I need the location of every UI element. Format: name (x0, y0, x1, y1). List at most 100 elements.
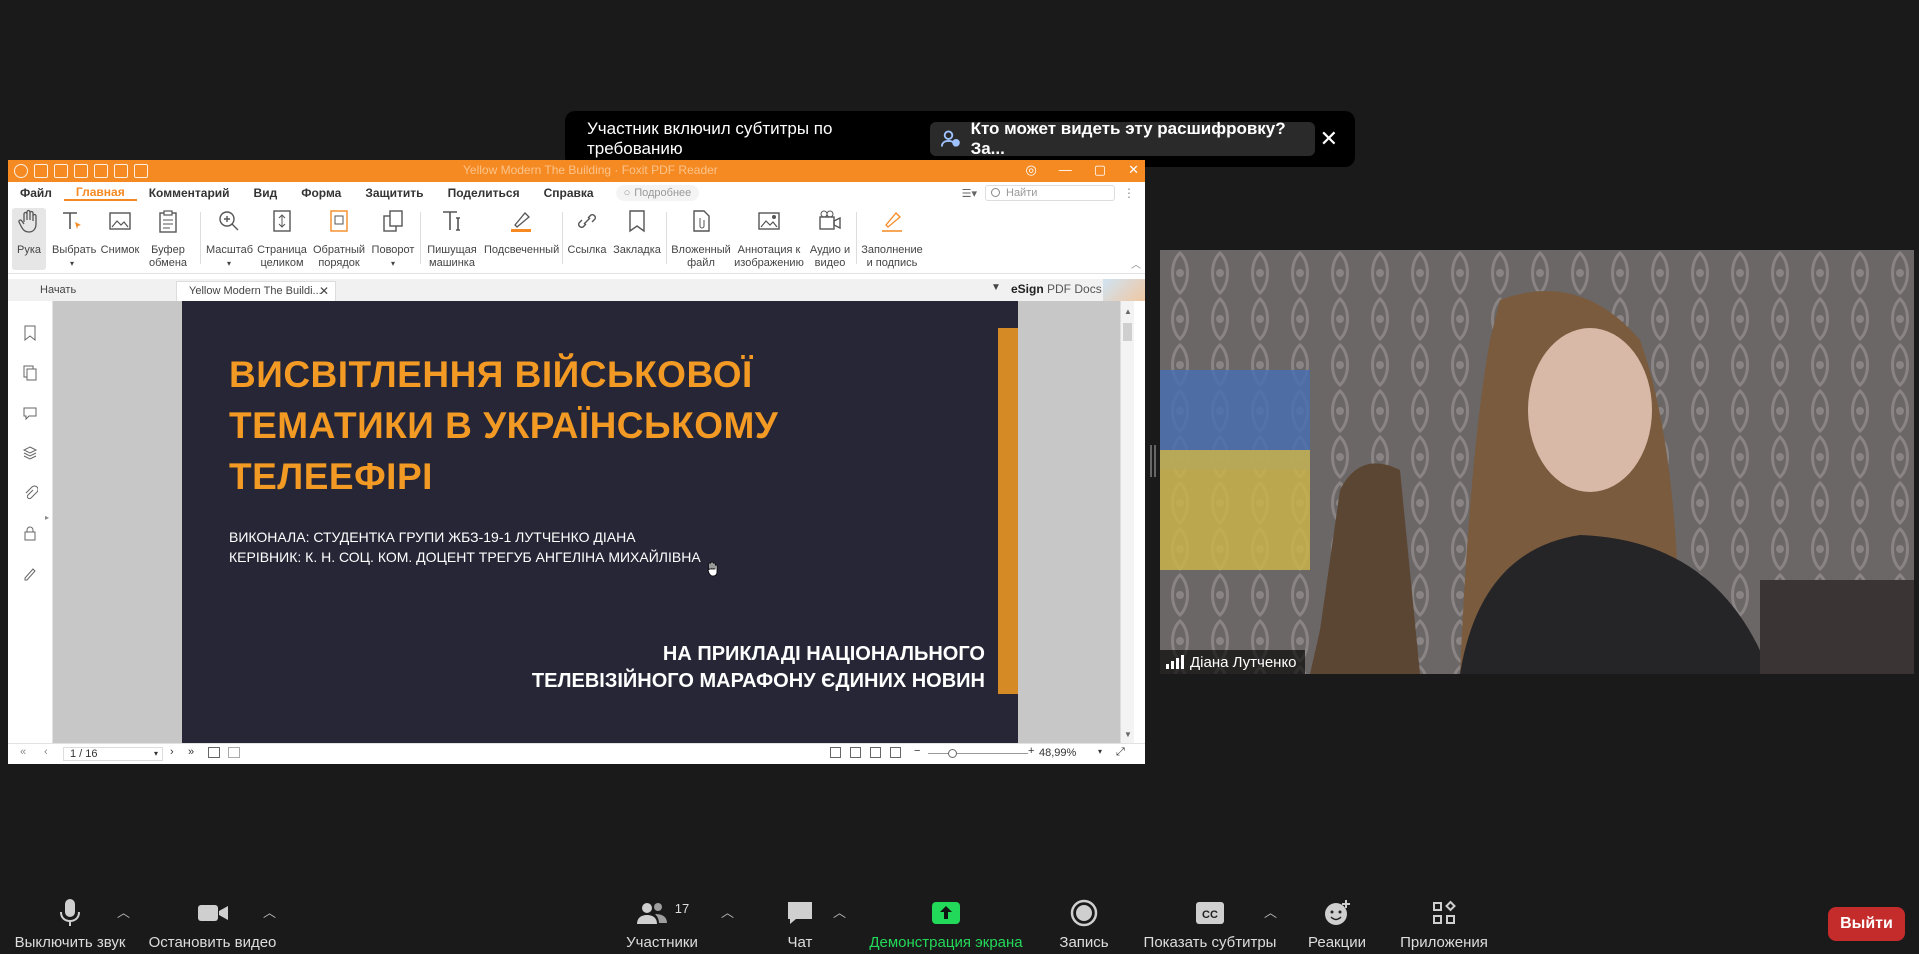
captions-options-caret[interactable]: ︿ (1264, 902, 1277, 921)
zoom-level[interactable]: 48,99% (1039, 747, 1076, 759)
collapse-ribbon-icon[interactable]: ︿ (1131, 256, 1141, 271)
document-viewer[interactable]: ВИСВІТЛЕННЯ ВІЙСЬКОВОЇ ТЕМАТИКИ В УКРАЇН… (53, 301, 1134, 743)
bookmark-button[interactable]: Закладка (612, 208, 662, 257)
close-icon[interactable]: ✕ (1315, 126, 1343, 152)
scroll-thumb[interactable] (1123, 323, 1132, 341)
chat-button[interactable]: Чат (770, 898, 830, 951)
menu-protect[interactable]: Защитить (353, 186, 435, 200)
esign-pdfdocs-banner[interactable]: eSign PDF Docs (1011, 282, 1102, 296)
attach-file-button[interactable]: Вложенный файл (670, 208, 732, 270)
tell-me-hint[interactable]: ○ Подробнее (615, 185, 700, 201)
fit-page-status-icon[interactable] (228, 747, 240, 758)
scroll-up-icon[interactable]: ▲ (1124, 307, 1132, 316)
video-options-caret[interactable]: ︿ (263, 902, 276, 921)
hand-tool-button[interactable]: Рука (12, 208, 46, 270)
tab-start[interactable]: Начать (28, 281, 176, 301)
facing-icon[interactable] (870, 747, 881, 758)
comments-panel-icon[interactable] (22, 405, 38, 421)
signature-panel-icon[interactable] (22, 565, 38, 581)
audio-options-caret[interactable]: ︿ (117, 902, 130, 921)
splitter-handle[interactable] (1150, 445, 1156, 477)
share-screen-button[interactable]: Демонстрация экрана (862, 898, 1030, 951)
page-dropdown-icon[interactable]: ▾ (154, 748, 158, 760)
attachments-panel-icon[interactable] (22, 485, 38, 501)
bookmarks-panel-icon[interactable] (22, 325, 38, 341)
layers-panel-icon[interactable] (22, 445, 38, 461)
security-panel-icon[interactable] (22, 525, 38, 541)
zoom-slider[interactable] (928, 749, 1028, 758)
menu-view[interactable]: Вид (242, 186, 290, 200)
highlight-label: Подсвеченный (484, 244, 560, 256)
fill-sign-button[interactable]: Заполнение и подпись (860, 208, 924, 270)
tab-document[interactable]: Yellow Modern The Buildi... ✕ (176, 281, 336, 301)
highlight-button[interactable]: Подсвеченный (484, 208, 560, 257)
print-icon[interactable] (74, 164, 88, 178)
zoom-in-icon[interactable]: + (1028, 745, 1034, 757)
redo-icon[interactable] (114, 164, 128, 178)
stop-video-button[interactable]: Остановить видео (145, 898, 280, 951)
open-icon[interactable] (34, 164, 48, 178)
menu-share[interactable]: Поделиться (436, 186, 532, 200)
single-page-icon[interactable] (830, 747, 841, 758)
more-icon[interactable]: ⋮ (1123, 186, 1135, 200)
menu-home[interactable]: Главная (63, 185, 137, 201)
menu-comment[interactable]: Комментарий (137, 186, 242, 200)
fit-page-button[interactable]: Страница целиком (256, 208, 308, 270)
scroll-down-icon[interactable]: ▼ (1124, 730, 1132, 739)
select-tool-button[interactable]: Выбрать ▾ (52, 208, 96, 270)
hand-tool-icon[interactable] (134, 164, 148, 178)
first-page-icon[interactable]: « (20, 746, 26, 758)
participants-options-caret[interactable]: ︿ (721, 902, 734, 921)
last-page-icon[interactable]: » (188, 746, 194, 758)
rotate-button[interactable]: Поворот ▾ (370, 208, 416, 270)
mute-button[interactable]: Выключить звук (10, 898, 130, 951)
chat-options-caret[interactable]: ︿ (833, 902, 846, 921)
show-captions-button[interactable]: CC Показать субтитры (1140, 898, 1280, 951)
audio-video-button[interactable]: Аудио и видео (808, 208, 852, 270)
prev-page-icon[interactable]: ‹ (44, 746, 48, 758)
page-number-input[interactable]: 1 / 16 ▾ (63, 747, 163, 761)
clipboard-label: Буфер обмена (148, 244, 188, 269)
participants-button[interactable]: 17 Участники (612, 898, 712, 952)
save-icon[interactable] (54, 164, 68, 178)
fit-width-icon[interactable] (208, 747, 220, 758)
vertical-scrollbar[interactable]: ▲ ▼ (1120, 301, 1134, 743)
close-tab-icon[interactable]: ✕ (319, 282, 329, 300)
search-input[interactable]: Найти (985, 185, 1115, 201)
tabs-dropdown-icon[interactable]: ▼ (991, 282, 1001, 293)
record-button[interactable]: Запись (1044, 898, 1124, 951)
snapshot-button[interactable]: Снимок (100, 208, 140, 257)
typewriter-button[interactable]: Пишущая машинка (424, 208, 480, 270)
bookmark-label: Закладка (613, 244, 661, 256)
undo-icon[interactable] (94, 164, 108, 178)
menu-file[interactable]: Файл (8, 186, 64, 200)
maximize-icon[interactable]: ▢ (1094, 162, 1106, 178)
zoom-out-icon[interactable]: − (914, 745, 920, 757)
account-icon[interactable]: ◎ (1025, 162, 1036, 178)
menu-help[interactable]: Справка (532, 186, 606, 200)
captions-notification: Участник включил субтитры по требованию … (565, 111, 1355, 167)
fullscreen-icon[interactable]: ⤢ (1116, 746, 1125, 759)
continuous-icon[interactable] (850, 747, 861, 758)
image-annotation-button[interactable]: Аннотация к изображению (734, 208, 804, 270)
next-page-icon[interactable]: › (170, 746, 174, 758)
reverse-order-button[interactable]: Обратный порядок (312, 208, 366, 270)
link-button[interactable]: Ссылка (566, 208, 608, 257)
reactions-button[interactable]: Реакции (1300, 898, 1374, 951)
clipboard-button[interactable]: Буфер обмена (144, 208, 192, 270)
cont-facing-icon[interactable] (890, 747, 901, 758)
reverse-order-label: Обратный порядок (312, 244, 365, 269)
zoom-button[interactable]: Масштаб ▾ (206, 208, 253, 270)
apps-button[interactable]: Приложения (1392, 898, 1496, 951)
zoom-dropdown-icon[interactable]: ▾ (1098, 747, 1102, 756)
zoom-slider-thumb[interactable] (948, 749, 957, 758)
close-window-icon[interactable]: ✕ (1128, 162, 1139, 178)
transcript-visibility-link[interactable]: Кто может видеть эту расшифровку? За... (929, 119, 1315, 158)
layout-dropdown-icon[interactable]: ☰▾ (962, 187, 977, 200)
menu-form[interactable]: Форма (289, 186, 353, 200)
pages-panel-icon[interactable] (22, 365, 38, 381)
snapshot-label: Снимок (100, 244, 140, 256)
minimize-icon[interactable]: — (1059, 162, 1072, 178)
expand-panel-icon[interactable]: ▸ (45, 513, 49, 522)
leave-meeting-button[interactable]: Выйти (1828, 907, 1905, 941)
